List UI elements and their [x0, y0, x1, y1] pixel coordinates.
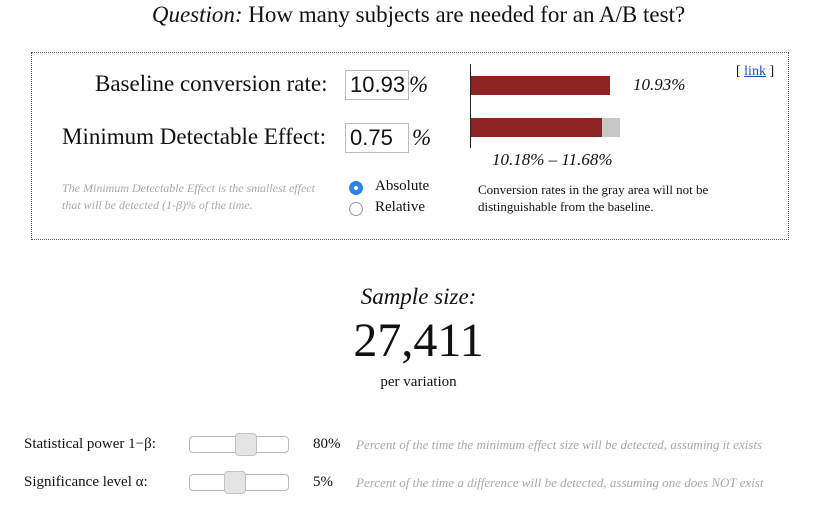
link-close-bracket: ]: [769, 64, 775, 79]
significance-slider-thumb[interactable]: [224, 471, 246, 494]
page-title: Question: How many subjects are needed f…: [0, 2, 837, 28]
link-text[interactable]: link: [744, 64, 766, 79]
range-label: 10.18% – 11.68%: [492, 150, 613, 169]
sample-size-title: Sample size:: [360, 284, 477, 309]
mde-input[interactable]: 0.75: [345, 123, 409, 153]
baseline-input[interactable]: 10.93: [345, 70, 409, 100]
gray-area-info: Conversion rates in the gray area will n…: [478, 182, 709, 214]
link[interactable]: [ link ]: [736, 64, 774, 80]
significance-label: Significance level α:: [24, 474, 148, 490]
mde-label: Minimum Detectable Effect:: [62, 124, 326, 149]
power-description: Percent of the time the minimum effect s…: [356, 437, 763, 452]
mde-note: The Minimum Detectable Effect is the sma…: [62, 181, 315, 212]
relative-label[interactable]: Relative: [375, 199, 425, 216]
power-slider[interactable]: [189, 433, 289, 456]
baseline-label: Baseline conversion rate:: [95, 71, 328, 96]
significance-slider[interactable]: [189, 471, 289, 494]
relative-radio[interactable]: [349, 202, 363, 216]
baseline-bar: [471, 76, 610, 95]
power-slider-thumb[interactable]: [235, 433, 257, 456]
mde-unit: %: [412, 125, 432, 150]
baseline-unit: %: [409, 72, 429, 97]
significance-value: 5%: [313, 474, 333, 490]
absolute-radio[interactable]: [349, 181, 363, 195]
significance-description: Percent of the time a difference will be…: [356, 475, 764, 490]
question-label: Question:: [151, 2, 243, 27]
baseline-value-label: 10.93%: [633, 75, 686, 94]
question-text: How many subjects are needed for an A/B …: [248, 2, 686, 27]
link-open-bracket: [: [736, 64, 741, 79]
absolute-label[interactable]: Absolute: [375, 178, 429, 195]
per-variation-label: per variation: [380, 374, 457, 390]
sample-size-value: 27,411: [353, 314, 484, 367]
power-label: Statistical power 1−β:: [24, 436, 156, 452]
lower-bound-bar: [471, 118, 602, 137]
power-value: 80%: [313, 436, 341, 452]
